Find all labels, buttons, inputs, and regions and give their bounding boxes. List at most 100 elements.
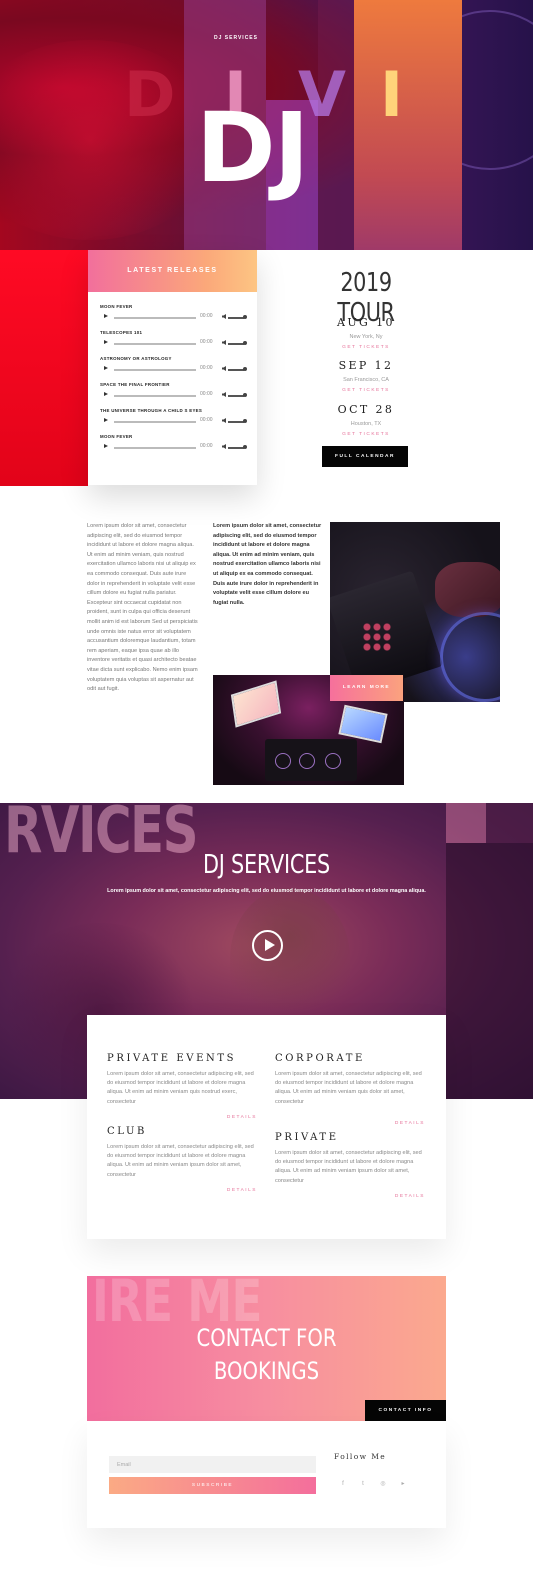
- service-item: PRIVATE EVENTS Lorem ipsum dolor sit ame…: [107, 1053, 257, 1120]
- progress-bar[interactable]: [114, 317, 196, 319]
- volume-icon[interactable]: [222, 366, 226, 371]
- get-tickets-link[interactable]: GET TICKETS: [296, 345, 436, 350]
- learn-more-button[interactable]: LEARN MORE: [330, 675, 403, 701]
- audio-player: 00:00: [100, 365, 247, 375]
- about-text-right: Lorem ipsum dolor sit amet, consectetur …: [213, 523, 322, 606]
- subscribe-button[interactable]: SUBSCRIBE: [109, 1477, 316, 1494]
- track-title: MOON FEVER: [100, 304, 133, 309]
- hero-title: DJ: [196, 92, 309, 204]
- details-link[interactable]: DETAILS: [275, 1194, 425, 1199]
- track-item: MOON FEVER 00:00: [100, 434, 247, 453]
- services-card: PRIVATE EVENTS Lorem ipsum dolor sit ame…: [87, 1015, 446, 1239]
- track-item: THE UNIVERSE THROUGH A CHILD S EYES 00:00: [100, 408, 247, 427]
- progress-bar[interactable]: [114, 395, 196, 397]
- progress-bar[interactable]: [114, 369, 196, 371]
- volume-slider[interactable]: [228, 343, 244, 345]
- services-subtitle: Lorem ipsum dolor sit amet, consectetur …: [107, 888, 426, 894]
- hero-bar-4: [354, 0, 462, 250]
- track-time: 00:00: [200, 339, 213, 345]
- service-item: PRIVATE Lorem ipsum dolor sit amet, cons…: [275, 1132, 425, 1199]
- play-icon[interactable]: [104, 444, 108, 448]
- hero-letter-i2: I: [380, 58, 404, 131]
- volume-slider[interactable]: [228, 317, 244, 319]
- volume-handle[interactable]: [243, 315, 247, 319]
- volume-slider[interactable]: [228, 447, 244, 449]
- track-title: MOON FEVER: [100, 434, 133, 439]
- track-item: MOON FEVER 00:00: [100, 304, 247, 323]
- track-time: 00:00: [200, 391, 213, 397]
- service-text: Lorem ipsum dolor sit amet, consectetur …: [107, 1144, 254, 1178]
- tour-date: SEP 12: [338, 359, 394, 372]
- contact-title-line2: BOOKINGS: [213, 1357, 320, 1385]
- play-icon[interactable]: [104, 366, 108, 370]
- services-title: DJ SERVICES: [202, 850, 331, 880]
- dj-portrait: [230, 888, 350, 1028]
- track-item: SPACE THE FINAL FRONTIER 00:00: [100, 382, 247, 401]
- tour-date-item: AUG 10 New York, Ny GET TICKETS: [296, 316, 436, 350]
- track-time: 00:00: [200, 365, 213, 371]
- volume-handle[interactable]: [243, 419, 247, 423]
- play-icon[interactable]: [104, 392, 108, 396]
- volume-handle[interactable]: [243, 393, 247, 397]
- tour-date-item: SEP 12 San Francisco, CA GET TICKETS: [296, 359, 436, 393]
- volume-slider[interactable]: [228, 421, 244, 423]
- play-icon[interactable]: [104, 418, 108, 422]
- details-link[interactable]: DETAILS: [107, 1115, 257, 1120]
- get-tickets-link[interactable]: GET TICKETS: [296, 432, 436, 437]
- email-field[interactable]: [109, 1456, 316, 1473]
- track-title: THE UNIVERSE THROUGH A CHILD S EYES: [100, 408, 203, 413]
- volume-icon[interactable]: [222, 314, 226, 319]
- audio-player: 00:00: [100, 391, 247, 401]
- track-time: 00:00: [200, 443, 213, 449]
- service-text: Lorem ipsum dolor sit amet, consectetur …: [107, 1071, 254, 1105]
- service-name: PRIVATE: [275, 1132, 339, 1143]
- youtube-icon[interactable]: ▸: [399, 1480, 407, 1488]
- contact-title: CONTACT FOR BOOKINGS: [187, 1322, 345, 1388]
- progress-bar[interactable]: [114, 447, 196, 449]
- subscribe-card: [87, 1421, 446, 1528]
- full-calendar-button[interactable]: FULL CALENDAR: [322, 446, 408, 467]
- service-name: CORPORATE: [275, 1053, 365, 1064]
- progress-bar[interactable]: [114, 343, 196, 345]
- volume-handle[interactable]: [243, 445, 247, 449]
- audio-player: 00:00: [100, 313, 247, 323]
- service-text: Lorem ipsum dolor sit amet, consectetur …: [275, 1071, 422, 1105]
- volume-handle[interactable]: [243, 341, 247, 345]
- instagram-icon[interactable]: ◎: [379, 1480, 387, 1488]
- contact-title-line1: CONTACT FOR: [196, 1324, 337, 1352]
- play-icon[interactable]: [104, 340, 108, 344]
- tour-city: Houston, TX: [350, 421, 382, 427]
- details-link[interactable]: DETAILS: [275, 1121, 425, 1126]
- volume-handle[interactable]: [243, 367, 247, 371]
- volume-icon[interactable]: [222, 340, 226, 345]
- volume-icon[interactable]: [222, 418, 226, 423]
- hero-section: D I V I DJ SERVICES DJ: [0, 0, 533, 250]
- volume-icon[interactable]: [222, 392, 226, 397]
- follow-me-heading: Follow Me: [334, 1452, 387, 1461]
- service-name: CLUB: [107, 1126, 147, 1137]
- volume-slider[interactable]: [228, 395, 244, 397]
- details-link[interactable]: DETAILS: [107, 1188, 257, 1193]
- contact-info-button[interactable]: CONTACT INFO: [365, 1400, 446, 1421]
- progress-bar[interactable]: [114, 421, 196, 423]
- get-tickets-link[interactable]: GET TICKETS: [296, 388, 436, 393]
- tour-date: OCT 28: [337, 403, 395, 416]
- track-time: 00:00: [200, 313, 213, 319]
- audio-player: 00:00: [100, 417, 247, 427]
- services-bg-word: RVICES: [4, 794, 199, 868]
- track-title: SPACE THE FINAL FRONTIER: [100, 382, 170, 387]
- track-title: TELESCOPES 101: [100, 330, 143, 335]
- track-item: TELESCOPES 101 00:00: [100, 330, 247, 349]
- latest-releases-card: LATEST RELEASES MOON FEVER 00:00 TELESCOPE…: [88, 250, 257, 485]
- facebook-icon[interactable]: f: [339, 1480, 347, 1488]
- track-title: ASTRONOMY OR ASTROLOGY: [100, 356, 172, 361]
- volume-icon[interactable]: [222, 444, 226, 449]
- volume-slider[interactable]: [228, 369, 244, 371]
- service-text: Lorem ipsum dolor sit amet, consectetur …: [275, 1150, 422, 1184]
- tour-date-item: OCT 28 Houston, TX GET TICKETS: [296, 403, 436, 437]
- service-name: PRIVATE EVENTS: [107, 1053, 237, 1064]
- tour-date: AUG 10: [337, 316, 395, 329]
- twitter-icon[interactable]: t: [359, 1480, 367, 1488]
- play-icon[interactable]: [104, 314, 108, 318]
- play-video-button[interactable]: [252, 930, 283, 961]
